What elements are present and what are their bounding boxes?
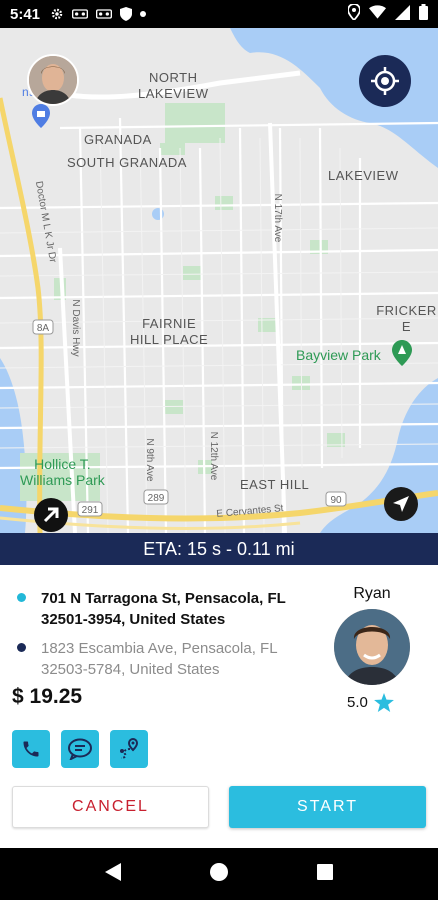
rider-rating: 5.0 [347, 693, 394, 712]
eta-bar: ETA: 15 s - 0.11 mi [0, 533, 438, 565]
wifi-icon [369, 5, 386, 23]
route-pin-icon [120, 737, 139, 759]
map-label-south-granada: SOUTH GRANADA [67, 155, 187, 170]
trip-panel: 701 N Tarragona St, Pensacola, FL 32501-… [0, 565, 438, 848]
route-button[interactable] [110, 730, 148, 768]
trip-price: $ 19.25 [12, 685, 83, 708]
settings-icon [50, 7, 64, 21]
dropoff-address: 1823 Escambia Ave, Pensacola, FL 32503-5… [41, 640, 277, 678]
map-view[interactable]: nsac NORTH LAKEVIEW GRANADA SOUTH GRANAD… [0, 28, 438, 533]
start-button[interactable]: START [229, 786, 426, 828]
expand-map-button[interactable] [34, 498, 68, 532]
voicemail-icon [96, 8, 113, 20]
pickup-dot-icon [17, 593, 26, 602]
map-label-lakeview: LAKEVIEW [328, 168, 399, 183]
status-bar: 5:41 [0, 0, 438, 28]
route-289-shield: 289 [147, 493, 165, 504]
map-label-n17th: N 17th Ave [272, 193, 283, 243]
map-label-fricker: FRICKER E [376, 303, 437, 334]
map-label-hollice: Hollice T. Williams Park [20, 456, 105, 488]
rider-avatar [334, 609, 410, 685]
rider-name: Ryan [353, 585, 391, 602]
back-icon[interactable] [104, 862, 122, 887]
voicemail-icon [72, 8, 89, 20]
message-button[interactable] [61, 730, 99, 768]
navigate-button[interactable] [384, 487, 418, 521]
home-icon[interactable] [209, 862, 229, 887]
signal-icon [395, 4, 410, 24]
call-button[interactable] [12, 730, 50, 768]
map-label-granada: GRANADA [84, 132, 152, 147]
locate-me-button[interactable] [359, 55, 411, 107]
map-label-fairnie: FAIRNIE HILL PLACE [130, 316, 209, 347]
chat-bubble-icon [68, 738, 92, 760]
crosshair-icon [371, 67, 399, 95]
contact-actions [12, 730, 148, 768]
cancel-button[interactable]: CANCEL [12, 786, 209, 828]
pickup-address: 701 N Tarragona St, Pensacola, FL 32501-… [41, 590, 286, 628]
map-label-north-lakeview: NORTH LAKEVIEW [138, 70, 209, 101]
phone-icon [23, 741, 39, 757]
location-icon [347, 3, 361, 24]
star-icon [373, 693, 394, 712]
map-label-n12th: N 12th Ave [208, 431, 219, 481]
arrow-up-right-icon [43, 507, 59, 523]
battery-icon [419, 4, 428, 24]
route-291-shield: 291 [81, 505, 99, 516]
route-90-shield: 90 [330, 495, 342, 506]
map-label-n9th: N 9th Ave [144, 438, 155, 482]
dot-icon [140, 11, 147, 17]
system-nav-bar [0, 848, 438, 900]
navigation-arrow-icon [393, 496, 409, 512]
map-label-east-hill: EAST HILL [240, 477, 310, 492]
map-label-ndavis: N Davis Hwy [70, 299, 81, 357]
route-8a-shield: 8A [36, 323, 50, 334]
map-label-bayview-park: Bayview Park [296, 347, 381, 363]
rating-value: 5.0 [347, 694, 368, 711]
driver-avatar[interactable] [27, 54, 79, 106]
recents-icon[interactable] [316, 863, 334, 886]
dropoff-dot-icon [17, 643, 26, 652]
status-time: 5:41 [10, 5, 41, 23]
shield-icon [120, 7, 133, 21]
